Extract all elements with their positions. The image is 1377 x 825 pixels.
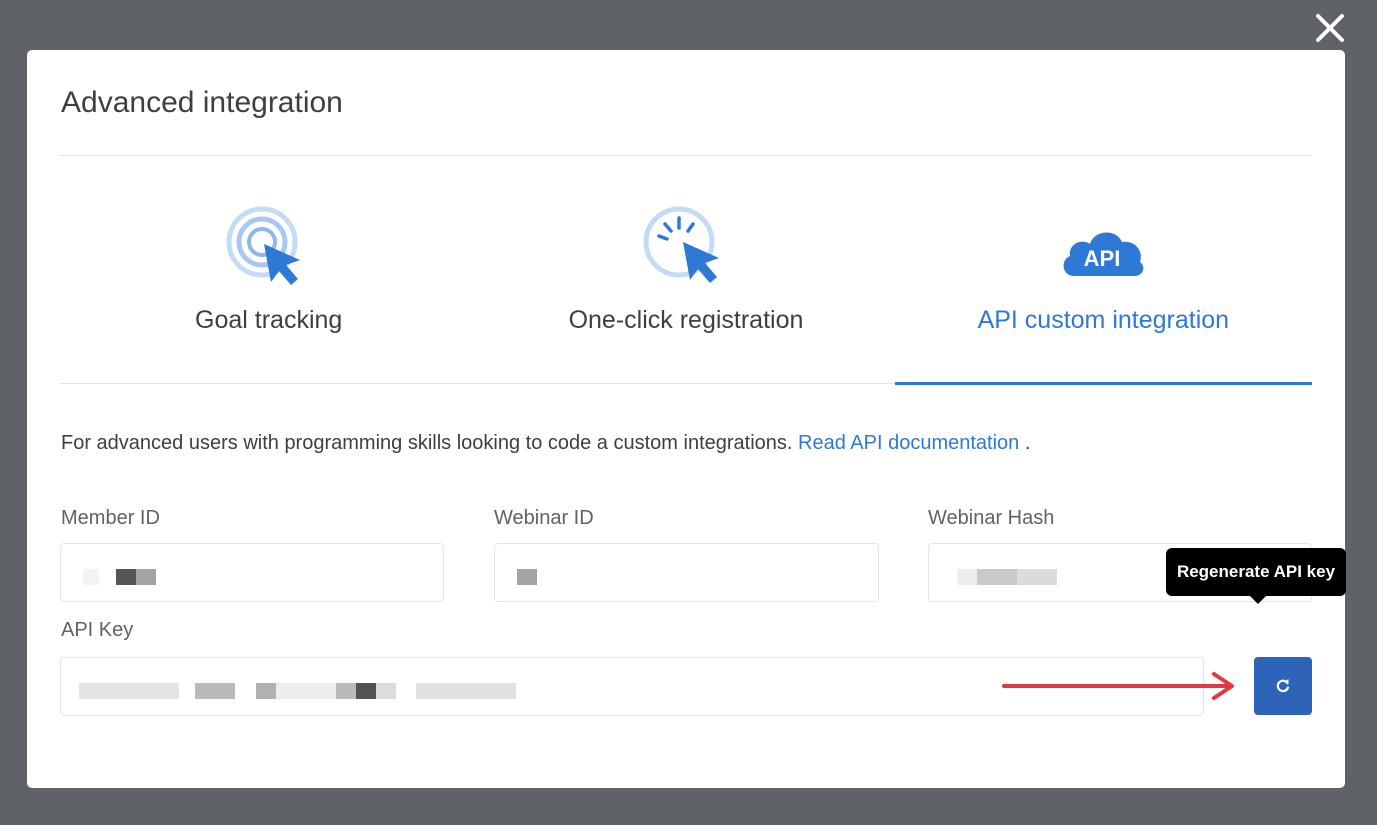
redacted-value bbox=[1017, 569, 1057, 585]
redacted-value bbox=[195, 683, 235, 699]
redacted-value bbox=[136, 569, 156, 585]
api-key-label: API Key bbox=[61, 619, 134, 641]
description-suffix: . bbox=[1024, 432, 1031, 454]
target-cursor-icon bbox=[224, 202, 314, 292]
integration-description: For advanced users with programming skil… bbox=[61, 432, 1030, 455]
redacted-value bbox=[79, 683, 179, 699]
tab-goal-tracking[interactable]: Goal tracking bbox=[60, 156, 477, 383]
webinar-hash-label: Webinar Hash bbox=[928, 507, 1055, 529]
close-icon bbox=[1316, 14, 1344, 42]
redacted-value bbox=[416, 683, 516, 699]
refresh-icon bbox=[1276, 678, 1290, 693]
regenerate-api-key-button[interactable] bbox=[1254, 657, 1312, 715]
redacted-value bbox=[83, 569, 99, 585]
advanced-integration-modal: Advanced integration Goal tracking One-c… bbox=[27, 50, 1345, 788]
member-id-label: Member ID bbox=[61, 507, 160, 529]
api-icon-text: API bbox=[1084, 246, 1121, 271]
api-cloud-icon: API bbox=[1058, 202, 1148, 292]
modal-title: Advanced integration bbox=[61, 86, 343, 119]
tab-one-click-registration[interactable]: One-click registration bbox=[477, 156, 894, 383]
read-api-documentation-link[interactable]: Read API documentation bbox=[798, 432, 1019, 454]
tab-api-custom-integration[interactable]: API API custom integration bbox=[894, 156, 1313, 385]
webinar-id-field[interactable] bbox=[494, 543, 879, 602]
redacted-value bbox=[517, 569, 537, 585]
redacted-value bbox=[376, 683, 396, 699]
redacted-value bbox=[336, 683, 356, 699]
regenerate-api-key-tooltip: Regenerate API key bbox=[1166, 548, 1346, 604]
description-text: For advanced users with programming skil… bbox=[61, 432, 793, 454]
click-cursor-icon bbox=[641, 202, 731, 292]
member-id-field[interactable] bbox=[60, 543, 444, 602]
tab-label: API custom integration bbox=[977, 306, 1230, 334]
redacted-value bbox=[356, 683, 376, 699]
webinar-id-label: Webinar ID bbox=[494, 507, 594, 529]
redacted-value bbox=[256, 683, 276, 699]
redacted-value bbox=[977, 569, 1017, 585]
integration-tabs: Goal tracking One-click registration API… bbox=[60, 156, 1313, 385]
redacted-value bbox=[957, 569, 977, 585]
red-arrow-annotation bbox=[1002, 672, 1234, 700]
close-button[interactable] bbox=[1310, 8, 1350, 48]
tab-label: Goal tracking bbox=[195, 306, 343, 334]
tab-label: One-click registration bbox=[568, 306, 804, 334]
redacted-value bbox=[116, 569, 136, 585]
